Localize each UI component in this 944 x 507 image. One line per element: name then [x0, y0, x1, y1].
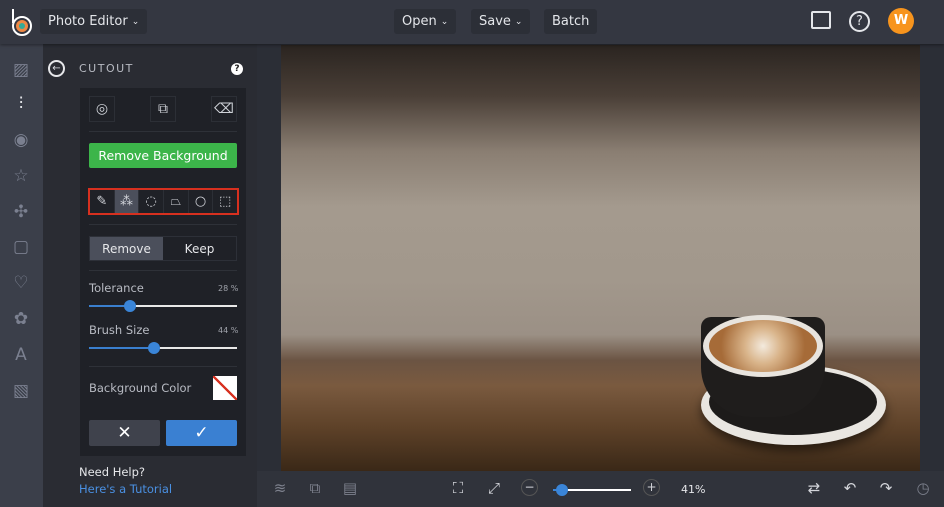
crop-icon[interactable]: ⧉: [305, 479, 325, 497]
badge-icon[interactable]: ✿: [11, 309, 31, 329]
brush-size-slider[interactable]: [89, 342, 237, 354]
polygon-lasso-tool-icon[interactable]: ⏢: [164, 190, 189, 213]
zoom-level: 41%: [681, 483, 706, 496]
cancel-button[interactable]: ✕: [89, 420, 160, 446]
chevron-down-icon: ⌄: [131, 16, 140, 27]
save-label: Save: [479, 14, 511, 29]
help-icon[interactable]: ?: [231, 63, 243, 75]
layout-icon[interactable]: ▤: [340, 479, 360, 497]
tolerance-slider[interactable]: [89, 300, 237, 312]
shapes-icon[interactable]: ✣: [11, 202, 31, 222]
app-menu-label: Photo Editor: [48, 14, 128, 29]
history-icon[interactable]: ◷: [913, 479, 933, 497]
zoom-slider[interactable]: [553, 484, 631, 496]
circle-crop-icon[interactable]: ◎: [89, 96, 115, 122]
ellipse-select-icon[interactable]: ○: [189, 190, 214, 213]
brush-tool-icon[interactable]: ✎: [90, 190, 115, 213]
bottom-toolbar: ≋ ⧉ ▤ ⛶ ⤢ − + 41% ⇄ ↶ ↷ ◷: [257, 471, 944, 507]
photo-canvas[interactable]: [281, 45, 920, 471]
mode-toggle: Remove Keep: [89, 236, 237, 261]
latte: [709, 320, 817, 372]
open-label: Open: [402, 14, 437, 29]
keep-mode-button[interactable]: Keep: [163, 237, 236, 260]
brush-size-value: 44 %: [218, 326, 239, 335]
batch-button[interactable]: Batch: [544, 9, 598, 34]
layers-icon[interactable]: ⧉: [150, 96, 176, 122]
save-button[interactable]: Save ⌄: [471, 9, 531, 34]
lasso-tool-icon[interactable]: ◌: [139, 190, 165, 213]
adjustments-icon[interactable]: ⫶: [11, 94, 31, 114]
slider-fill: [89, 347, 155, 349]
fit-screen-icon[interactable]: ⛶: [448, 479, 468, 497]
chevron-down-icon: ⌄: [440, 16, 449, 27]
remove-mode-button[interactable]: Remove: [90, 237, 163, 260]
back-arrow-icon[interactable]: ←: [48, 60, 65, 77]
tool-rail: ▨ ⫶ ◉ ☆ ✣ ▢ ♡ ✿ A ▧: [0, 44, 43, 507]
slider-handle[interactable]: [556, 484, 569, 496]
text-icon[interactable]: A: [11, 345, 31, 365]
tolerance-value: 28 %: [218, 284, 239, 293]
app-logo[interactable]: [10, 8, 34, 36]
tolerance-label: Tolerance: [89, 281, 144, 295]
top-bar: Photo Editor ⌄ Open ⌄ Save ⌄ Batch ? W: [0, 0, 944, 44]
remove-background-button[interactable]: Remove Background: [89, 143, 237, 168]
redo-icon[interactable]: ↷: [876, 479, 896, 497]
open-button[interactable]: Open ⌄: [394, 9, 457, 34]
divider: [89, 131, 237, 132]
frame-icon[interactable]: ▢: [11, 237, 31, 257]
texture-icon[interactable]: ▧: [11, 381, 31, 401]
help-title: Need Help?: [79, 465, 146, 479]
divider: [89, 366, 237, 367]
image-icon[interactable]: ▨: [11, 60, 31, 80]
tutorial-link[interactable]: Here's a Tutorial: [79, 482, 172, 496]
comment-icon[interactable]: [811, 11, 831, 29]
divider: [89, 270, 237, 271]
apply-button[interactable]: ✓: [166, 420, 237, 446]
slider-handle[interactable]: [148, 342, 161, 354]
selection-tools: ✎ ⁂ ◌ ⏢ ○ ⬚: [88, 188, 239, 215]
magic-wand-tool-icon[interactable]: ⁂: [114, 190, 140, 213]
panel-title: CUTOUT: [79, 62, 134, 75]
batch-label: Batch: [552, 14, 590, 29]
avatar[interactable]: W: [888, 8, 914, 34]
eye-icon[interactable]: ◉: [11, 130, 31, 150]
app-menu-button[interactable]: Photo Editor ⌄: [40, 9, 148, 34]
erase-icon[interactable]: ⌫: [211, 96, 237, 122]
heart-icon[interactable]: ♡: [11, 273, 31, 293]
swap-icon[interactable]: ⇄: [804, 479, 824, 497]
help-icon[interactable]: ?: [849, 11, 870, 32]
brush-size-label: Brush Size: [89, 323, 150, 337]
star-icon[interactable]: ☆: [11, 166, 31, 186]
background-color-swatch[interactable]: [213, 376, 237, 400]
chevron-down-icon: ⌄: [514, 16, 523, 27]
zoom-out-button[interactable]: −: [521, 479, 538, 496]
layers-icon[interactable]: ≋: [270, 479, 290, 497]
expand-icon[interactable]: ⤢: [484, 479, 504, 497]
undo-icon[interactable]: ↶: [840, 479, 860, 497]
zoom-in-button[interactable]: +: [643, 479, 660, 496]
background-color-label: Background Color: [89, 381, 192, 395]
rect-select-icon[interactable]: ⬚: [213, 190, 237, 213]
divider: [89, 224, 237, 225]
